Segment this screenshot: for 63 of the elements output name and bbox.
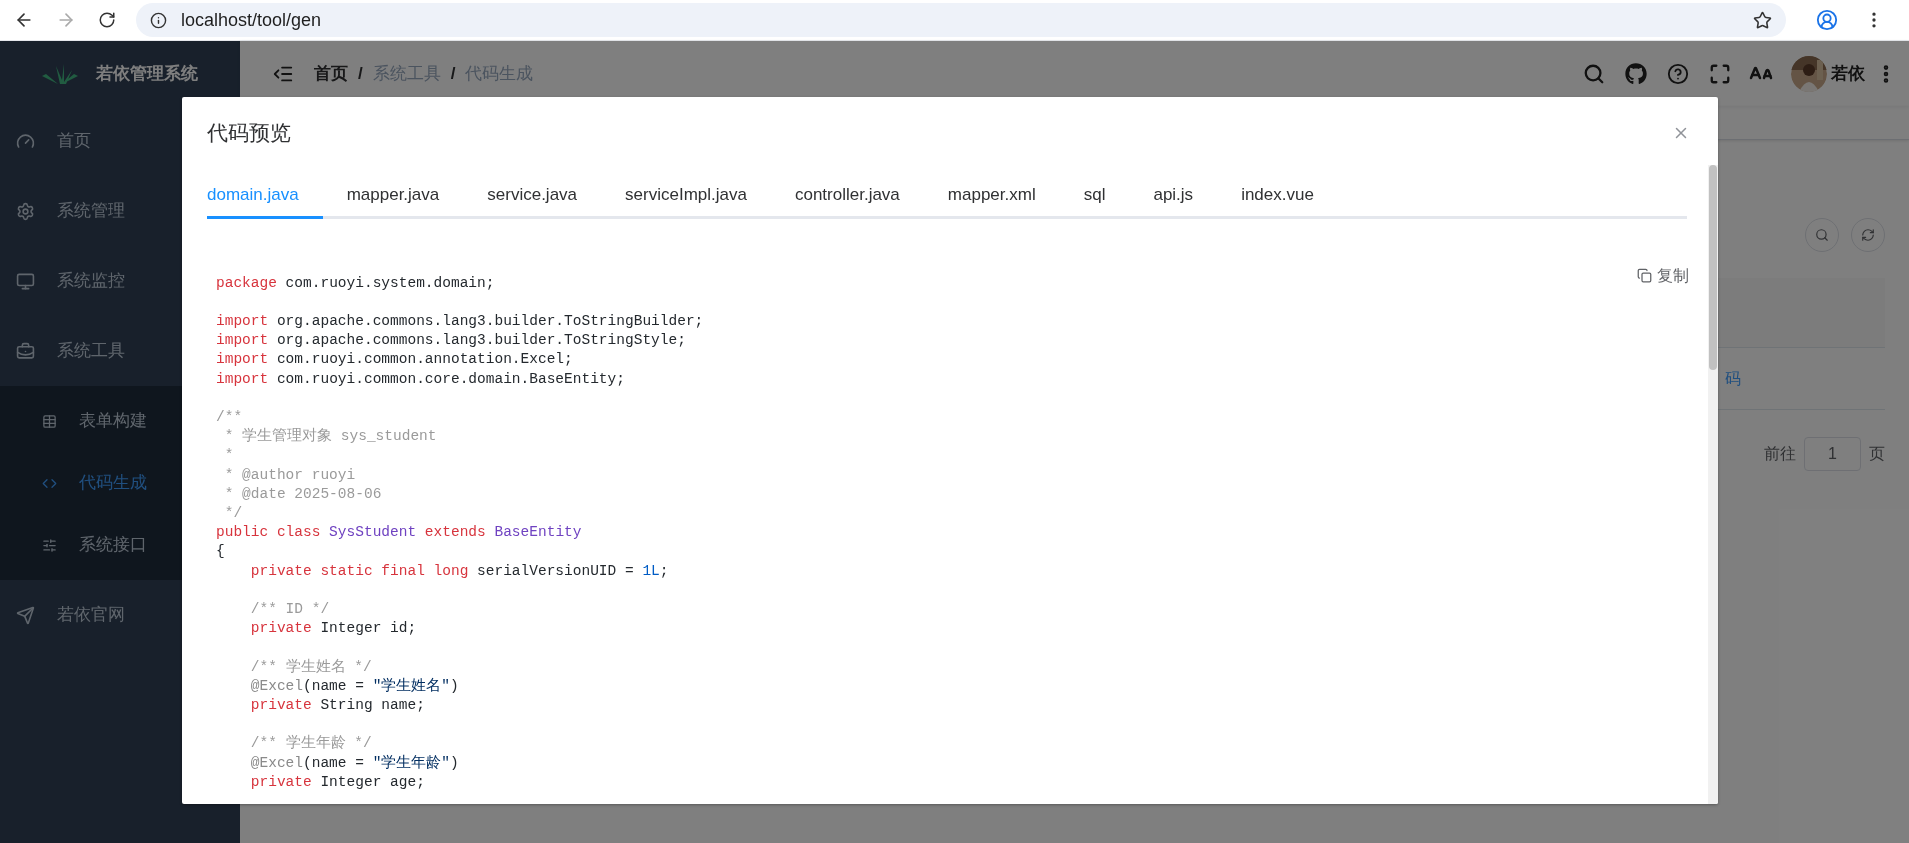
file-tab[interactable]: api.js [1129, 174, 1218, 219]
code-line: private Integer id; [249, 619, 417, 639]
fullscreen-icon[interactable] [1709, 62, 1731, 85]
file-tab[interactable]: controller.java [770, 174, 924, 219]
user-name[interactable]: 若依 [1831, 60, 1865, 87]
dialog-title: 代码预览 [207, 120, 291, 146]
copy-icon [1637, 268, 1652, 283]
file-tab[interactable]: mapper.java [322, 174, 464, 219]
code-line: * @date 2025-08-06 [223, 484, 382, 504]
scrollbar[interactable] [1708, 165, 1718, 804]
file-tab[interactable]: domain.java [207, 174, 323, 219]
app-title: 若依管理系统 [96, 62, 198, 85]
file-tab[interactable]: sql [1059, 174, 1130, 219]
code-line: @Excel(name = "学生姓名") [249, 676, 459, 696]
help-icon[interactable] [1667, 62, 1689, 85]
code-line: private Integer age; [249, 772, 425, 792]
breadcrumb-separator: / [450, 62, 456, 85]
code-line: public class SysStudent extends BaseEntity [216, 523, 582, 543]
code-line: @Excel(name = "学生年龄") [249, 753, 459, 773]
page-unit-label: 页 [1869, 444, 1885, 464]
code-line: * 学生管理对象 sys_student [223, 427, 437, 447]
table-icon [42, 413, 57, 429]
code-line: /** 学生姓名 */ [249, 657, 372, 677]
code-line: */ [223, 503, 243, 523]
file-tab[interactable]: mapper.xml [923, 174, 1060, 219]
code-line: * [223, 446, 234, 466]
breadcrumb-separator: / [358, 62, 363, 85]
goto-label: 前往 [1764, 444, 1796, 464]
code-line: import org.apache.commons.lang3.builder.ToStringStyle; [216, 331, 686, 351]
code-line: { [216, 542, 225, 562]
sliders-icon [42, 537, 57, 553]
code-line: private String name; [249, 695, 425, 715]
code-line: import com.ruoyi.common.core.domain.BaseEntity; [216, 369, 625, 389]
info-icon [150, 11, 167, 29]
sidebar-item[interactable]: 若依官网 [0, 580, 240, 650]
briefcase-icon [16, 341, 35, 361]
code-line: /** 学生年龄 */ [249, 734, 372, 754]
copy-button[interactable]: 复制 [1637, 263, 1689, 288]
monitor-icon [16, 271, 35, 291]
reload-icon[interactable] [98, 11, 116, 29]
file-tab[interactable]: index.vue [1217, 174, 1338, 219]
search-icon [1815, 228, 1829, 242]
breadcrumb-item[interactable]: 首页 [314, 60, 348, 87]
profile-icon[interactable] [1816, 9, 1838, 31]
code-line: /** ID */ [249, 599, 330, 619]
page-input[interactable]: 1 [1804, 437, 1861, 471]
gear-icon [16, 201, 35, 221]
code-line: import com.ruoyi.common.annotation.Excel; [216, 350, 573, 370]
search-icon[interactable] [1583, 62, 1605, 85]
github-icon[interactable] [1625, 62, 1647, 85]
code-line: * @author ruoyi [223, 465, 356, 485]
bookmark-star-icon[interactable] [1753, 10, 1772, 30]
file-tab[interactable]: serviceImpl.java [601, 174, 771, 219]
code-line: package com.ruoyi.system.domain; [216, 273, 495, 293]
code-line: import org.apache.commons.lang3.builder.ToStringBuilder; [216, 311, 704, 331]
code-line: /** [216, 407, 243, 427]
paper-plane-icon [16, 605, 35, 625]
address-bar[interactable]: localhost/tool/gen [136, 3, 1786, 37]
gauge-icon [16, 131, 35, 151]
refresh-icon [1861, 228, 1875, 242]
code-line: private static final long serialVersionUID = 1L; [249, 561, 669, 581]
file-tab[interactable]: service.java [463, 174, 602, 219]
scrollbar-thumb[interactable] [1709, 165, 1717, 370]
